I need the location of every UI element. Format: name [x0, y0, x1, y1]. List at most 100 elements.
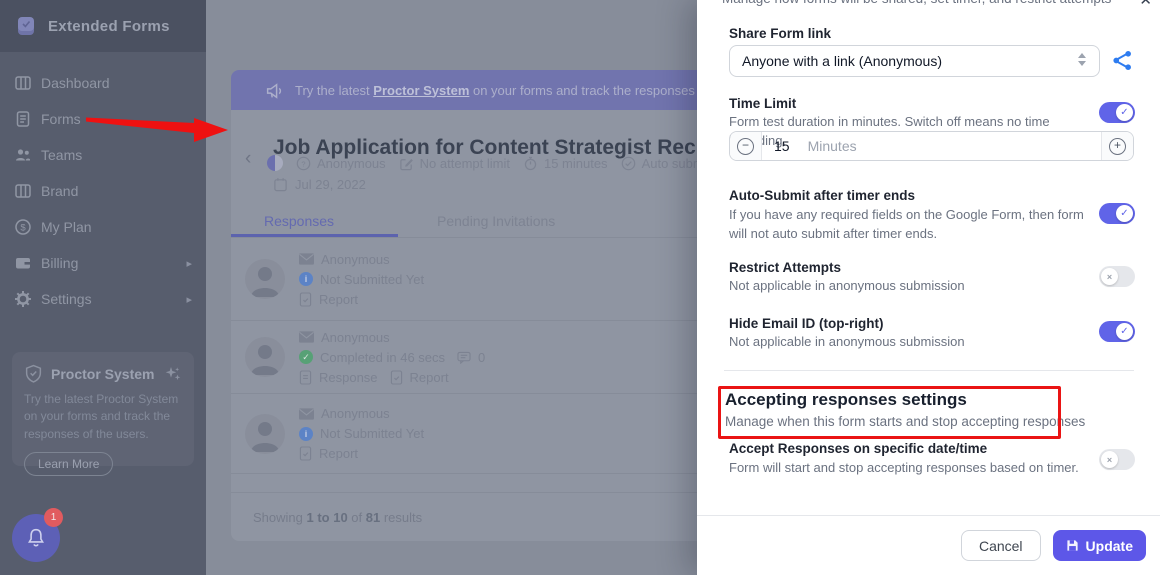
restrict-attempts-toggle[interactable]: ×: [1099, 266, 1135, 287]
plus-icon: +: [1109, 137, 1126, 155]
share-form-link-label: Share Form link: [729, 26, 832, 41]
teams-icon: [16, 149, 30, 161]
sidebar-item-label: Brand: [41, 183, 79, 199]
accept-datetime-toggle[interactable]: ×: [1099, 449, 1135, 470]
calendar-icon: [274, 178, 287, 192]
banner-text: Try the latest Proctor System on your fo…: [295, 82, 731, 98]
respondent-name: Anonymous: [321, 406, 390, 421]
respondent-name: Anonymous: [321, 251, 390, 267]
avatar: [245, 259, 285, 299]
sidebar-nav: Dashboard Forms Teams Brand $ My Plan Bi…: [0, 52, 206, 317]
accepting-responses-title: Accepting responses settings: [725, 390, 967, 409]
sidebar-item-dashboard[interactable]: Dashboard: [0, 65, 206, 101]
restrict-attempts-desc: Not applicable in anonymous submission: [729, 278, 965, 293]
report-link[interactable]: Report: [410, 370, 449, 385]
accepting-responses-desc: Manage when this form starts and stop ac…: [725, 414, 1086, 429]
meta-anonymous: ? Anonymous: [296, 156, 386, 171]
learn-more-button[interactable]: Learn More: [24, 452, 114, 477]
notifications-button[interactable]: 1: [12, 508, 63, 562]
panel-subtitle-clipped: Manage how forms will be shared, set tim…: [722, 0, 1111, 6]
email-icon: [299, 331, 314, 343]
time-limit-value[interactable]: 15: [774, 138, 790, 154]
update-button-label: Update: [1085, 537, 1133, 554]
anonymous-icon: ?: [296, 156, 311, 170]
sidebar-item-forms[interactable]: Forms: [0, 101, 206, 137]
sidebar-item-label: My Plan: [41, 219, 92, 235]
svg-text:?: ?: [301, 159, 305, 168]
email-icon: [299, 253, 314, 265]
report-doc-icon: [390, 369, 402, 385]
billing-icon: [16, 258, 30, 269]
megaphone-icon: [266, 82, 282, 99]
form-settings-panel: Manage how forms will be shared, set tim…: [697, 0, 1160, 575]
panel-footer: Cancel Update: [697, 515, 1160, 575]
hide-email-toggle[interactable]: ✓: [1099, 321, 1135, 342]
auto-submit-toggle[interactable]: ✓: [1099, 203, 1135, 224]
avatar: [245, 413, 285, 454]
report-doc-icon: [299, 446, 312, 461]
app-title: Extended Forms: [48, 17, 170, 35]
extended-forms-logo-icon: [18, 17, 34, 35]
settings-icon: [15, 291, 31, 307]
auto-submit-icon: [621, 156, 635, 170]
accept-datetime-title: Accept Responses on specific date/time: [729, 441, 988, 456]
report-link[interactable]: Report: [319, 446, 358, 461]
time-limit-title: Time Limit: [729, 96, 797, 111]
cancel-button[interactable]: Cancel: [960, 530, 1041, 561]
sidebar-item-brand[interactable]: Brand: [0, 173, 206, 209]
auto-submit-desc: If you have any required fields on the G…: [729, 207, 1084, 241]
time-limit-toggle[interactable]: ✓: [1099, 102, 1135, 123]
banner-proctor-link[interactable]: Proctor System: [373, 83, 469, 98]
meta-attempt-limit: No attempt limit: [399, 156, 510, 171]
email-icon: [299, 407, 314, 420]
sidebar-item-teams[interactable]: Teams: [0, 137, 206, 173]
toggle-knob: ✓: [1116, 104, 1133, 121]
info-icon: i: [299, 426, 313, 441]
sidebar-item-my-plan[interactable]: $ My Plan: [0, 209, 206, 245]
time-limit-unit: Minutes: [807, 138, 857, 154]
hide-email-title: Hide Email ID (top-right): [729, 316, 884, 331]
chat-icon: [457, 351, 471, 364]
accept-datetime-desc: Form will start and stop accepting respo…: [729, 460, 1079, 475]
sidebar-item-settings[interactable]: Settings ▸: [0, 281, 206, 317]
brand-icon: [15, 184, 31, 198]
toggle-knob: ×: [1101, 268, 1118, 285]
tab-responses[interactable]: Responses: [264, 213, 334, 229]
response-doc-icon: [299, 369, 312, 385]
tab-pending-invitations[interactable]: Pending Invitations: [437, 213, 555, 229]
chevron-updown-icon: [1078, 53, 1088, 71]
minus-button[interactable]: −: [730, 132, 762, 160]
share-mode-select[interactable]: Anyone with a link (Anonymous): [729, 45, 1100, 77]
timer-icon: [524, 156, 537, 170]
response-link[interactable]: Response: [319, 370, 378, 385]
form-color-icon: [267, 155, 283, 171]
plus-button[interactable]: +: [1101, 132, 1133, 160]
minus-icon: −: [737, 137, 754, 155]
shield-icon: [25, 364, 42, 383]
back-button[interactable]: ‹: [245, 148, 251, 170]
response-status: Completed in 46 secs: [320, 349, 446, 365]
bell-icon: [28, 528, 44, 547]
auto-submit-title: Auto-Submit after timer ends: [729, 188, 916, 203]
info-icon: i: [299, 272, 313, 286]
response-status: Not Submitted Yet: [320, 271, 425, 287]
sparkles-icon: [165, 366, 181, 380]
report-link[interactable]: Report: [319, 292, 358, 307]
sidebar: Extended Forms Dashboard Forms Teams Bra…: [0, 0, 206, 575]
restrict-attempts-title: Restrict Attempts: [729, 260, 842, 275]
update-button[interactable]: Update: [1052, 530, 1146, 561]
save-icon: [1066, 540, 1078, 551]
svg-text:$: $: [20, 222, 26, 233]
promo-body: Try the latest Proctor System on your fo…: [24, 392, 179, 441]
respondent-name: Anonymous: [321, 329, 390, 345]
form-date-row: Jul 29, 2022: [273, 177, 366, 192]
section-divider: [724, 370, 1134, 371]
sidebar-item-billing[interactable]: Billing ▸: [0, 245, 206, 281]
close-icon[interactable]: ✕: [1139, 0, 1152, 9]
sidebar-item-label: Dashboard: [41, 75, 110, 91]
toggle-knob: ✓: [1116, 205, 1133, 222]
toggle-knob: ×: [1101, 451, 1118, 468]
sidebar-item-label: Forms: [41, 111, 81, 127]
share-mode-value: Anyone with a link (Anonymous): [742, 53, 942, 69]
share-icon[interactable]: [1111, 49, 1134, 72]
